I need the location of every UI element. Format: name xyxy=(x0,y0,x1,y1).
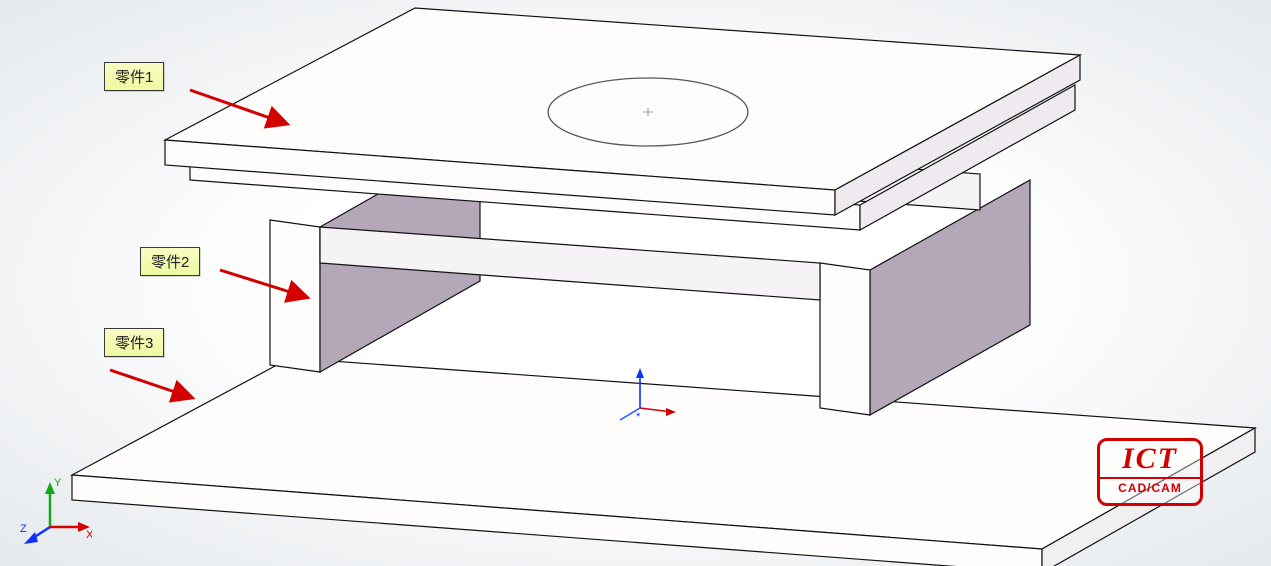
watermark-title: ICT xyxy=(1100,441,1200,477)
view-triad[interactable]: Y X Z xyxy=(20,472,92,544)
triad-y-label: Y xyxy=(54,477,62,489)
model-geometry: * xyxy=(0,0,1271,566)
annotation-part1[interactable]: 零件1 xyxy=(104,62,164,91)
triad-z-label: Z xyxy=(20,523,27,535)
svg-text:*: * xyxy=(636,411,641,423)
triad-x-label: X xyxy=(86,529,92,541)
watermark-badge: ICT CAD/CAM xyxy=(1097,438,1203,506)
part3-geometry xyxy=(72,358,1255,566)
watermark-subtitle: CAD/CAM xyxy=(1100,477,1200,497)
annotation-part2[interactable]: 零件2 xyxy=(140,247,200,276)
annotation-part3[interactable]: 零件3 xyxy=(104,328,164,357)
cad-viewport[interactable]: * 零件1 零件2 零件3 ICT CAD/CAM Y X Z xyxy=(0,0,1271,566)
